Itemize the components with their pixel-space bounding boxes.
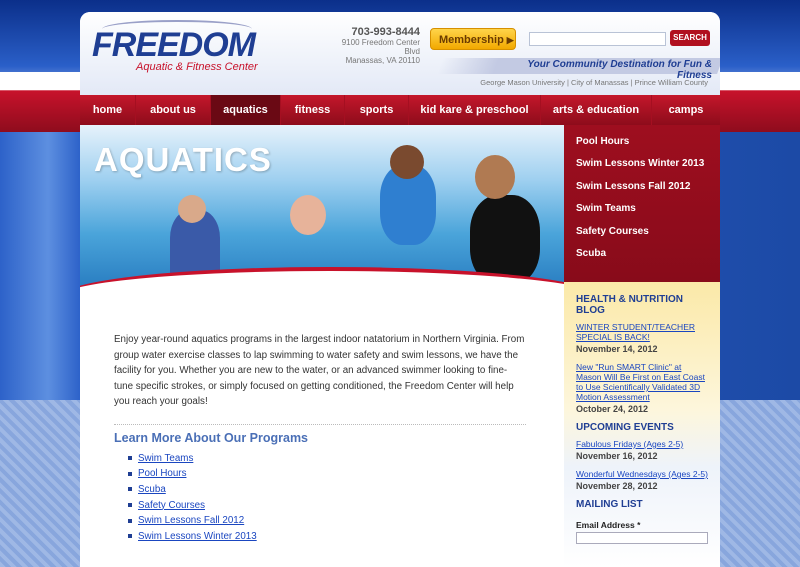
sidebar-panel: HEALTH & NUTRITION BLOG WINTER STUDENT/T… (564, 282, 720, 567)
membership-label: Membership (439, 34, 504, 46)
sidebar-item-swim-lessons-fall[interactable]: Swim Lessons Fall 2012 (564, 176, 720, 198)
list-item: Scuba (128, 482, 526, 498)
events-heading: UPCOMING EVENTS (576, 422, 674, 433)
program-link-safety-courses[interactable]: Safety Courses (138, 500, 205, 511)
divider (114, 423, 526, 425)
coach-head (475, 155, 515, 199)
bullet-icon (128, 471, 132, 476)
event-link[interactable]: Wonderful Wednesdays (Ages 2-5) (576, 469, 708, 479)
program-link-swim-teams[interactable]: Swim Teams (138, 453, 193, 464)
sidebar-menu: Pool Hours Swim Lessons Winter 2013 Swim… (564, 125, 720, 282)
sidebar: Pool Hours Swim Lessons Winter 2013 Swim… (564, 125, 720, 567)
list-item: Pool Hours (128, 466, 526, 482)
bullet-icon (128, 534, 132, 539)
sidebar-item-swim-teams[interactable]: Swim Teams (564, 198, 720, 220)
list-item: Safety Courses (128, 498, 526, 514)
nav-item-home[interactable]: home (80, 95, 136, 125)
event-link[interactable]: Fabulous Fridays (Ages 2-5) (576, 439, 708, 449)
learn-more-heading: Learn More About Our Programs (114, 430, 309, 445)
hero-title: AQUATICS (94, 141, 272, 178)
bullet-icon (128, 503, 132, 508)
intro-text: Enjoy year-round aquatics programs in th… (114, 334, 525, 407)
program-link-pool-hours[interactable]: Pool Hours (138, 468, 186, 479)
play-arrow-icon: ▶ (506, 35, 514, 45)
bullet-icon (128, 487, 132, 492)
hero-wave (80, 267, 564, 307)
event-date: November 28, 2012 (576, 481, 658, 491)
address-line-1: 9100 Freedom Center Blvd (341, 38, 420, 56)
main-nav: home about us aquatics fitness sports ki… (80, 95, 720, 125)
affiliations: George Mason University | City of Manass… (480, 78, 708, 87)
site-header: FREEDOM Aquatic & Fitness Center 703-993… (80, 12, 720, 95)
program-link-swim-lessons-fall[interactable]: Swim Lessons Fall 2012 (138, 515, 244, 526)
mailing-heading: MAILING LIST (576, 499, 643, 510)
email-field[interactable] (576, 532, 708, 544)
blog-post-date: October 24, 2012 (576, 404, 649, 414)
page-container: FREEDOM Aquatic & Fitness Center 703-993… (80, 12, 720, 567)
background-stripes-right (720, 400, 800, 567)
bullet-icon (128, 518, 132, 523)
nav-item-sports[interactable]: sports (345, 95, 409, 125)
list-item: Swim Lessons Winter 2013 (128, 529, 526, 545)
contact-info: 703-993-8444 9100 Freedom Center Blvd Ma… (328, 26, 420, 65)
logo-subtitle: Aquatic & Fitness Center (136, 61, 258, 73)
nav-item-aquatics[interactable]: aquatics (211, 95, 281, 125)
child-figure (290, 195, 326, 235)
swimmer-girl-head (390, 145, 424, 179)
main-content: Enjoy year-round aquatics programs in th… (114, 332, 526, 545)
event-date: November 16, 2012 (576, 451, 658, 461)
program-list: Swim Teams Pool Hours Scuba Safety Cours… (128, 451, 526, 545)
nav-item-camps[interactable]: camps (652, 95, 720, 125)
blog-post-link[interactable]: WINTER STUDENT/TEACHER SPECIAL IS BACK! (576, 322, 708, 342)
instructor-head (178, 195, 206, 223)
search-button[interactable]: SEARCH (670, 30, 710, 46)
logo-swoosh-icon (102, 20, 252, 38)
bullet-icon (128, 455, 132, 460)
search-input[interactable] (529, 32, 666, 46)
list-item: Swim Lessons Fall 2012 (128, 513, 526, 529)
blog-post-date: November 14, 2012 (576, 344, 658, 354)
email-label: Email Address * (576, 520, 641, 530)
sidebar-item-pool-hours[interactable]: Pool Hours (564, 131, 720, 153)
sidebar-item-scuba[interactable]: Scuba (564, 243, 720, 265)
nav-item-arts-education[interactable]: arts & education (541, 95, 652, 125)
background-stripes-left (0, 400, 80, 567)
program-link-scuba[interactable]: Scuba (138, 484, 166, 495)
list-item: Swim Teams (128, 451, 526, 467)
address-line-2: Manassas, VA 20110 (345, 56, 420, 65)
site-logo[interactable]: FREEDOM Aquatic & Fitness Center (92, 20, 258, 73)
nav-item-kid-kare[interactable]: kid kare & preschool (409, 95, 541, 125)
hero-banner: AQUATICS (80, 125, 564, 307)
blog-heading: HEALTH & NUTRITION BLOG (576, 294, 684, 316)
program-link-swim-lessons-winter[interactable]: Swim Lessons Winter 2013 (138, 531, 257, 542)
phone-number: 703-993-8444 (351, 26, 420, 38)
sidebar-item-safety-courses[interactable]: Safety Courses (564, 221, 720, 243)
sidebar-item-swim-lessons-winter[interactable]: Swim Lessons Winter 2013 (564, 153, 720, 175)
membership-button[interactable]: Membership ▶ (430, 28, 516, 50)
blog-post-link[interactable]: New "Run SMART Clinic" at Mason Will Be … (576, 362, 708, 402)
nav-item-fitness[interactable]: fitness (281, 95, 345, 125)
nav-item-about-us[interactable]: about us (136, 95, 211, 125)
